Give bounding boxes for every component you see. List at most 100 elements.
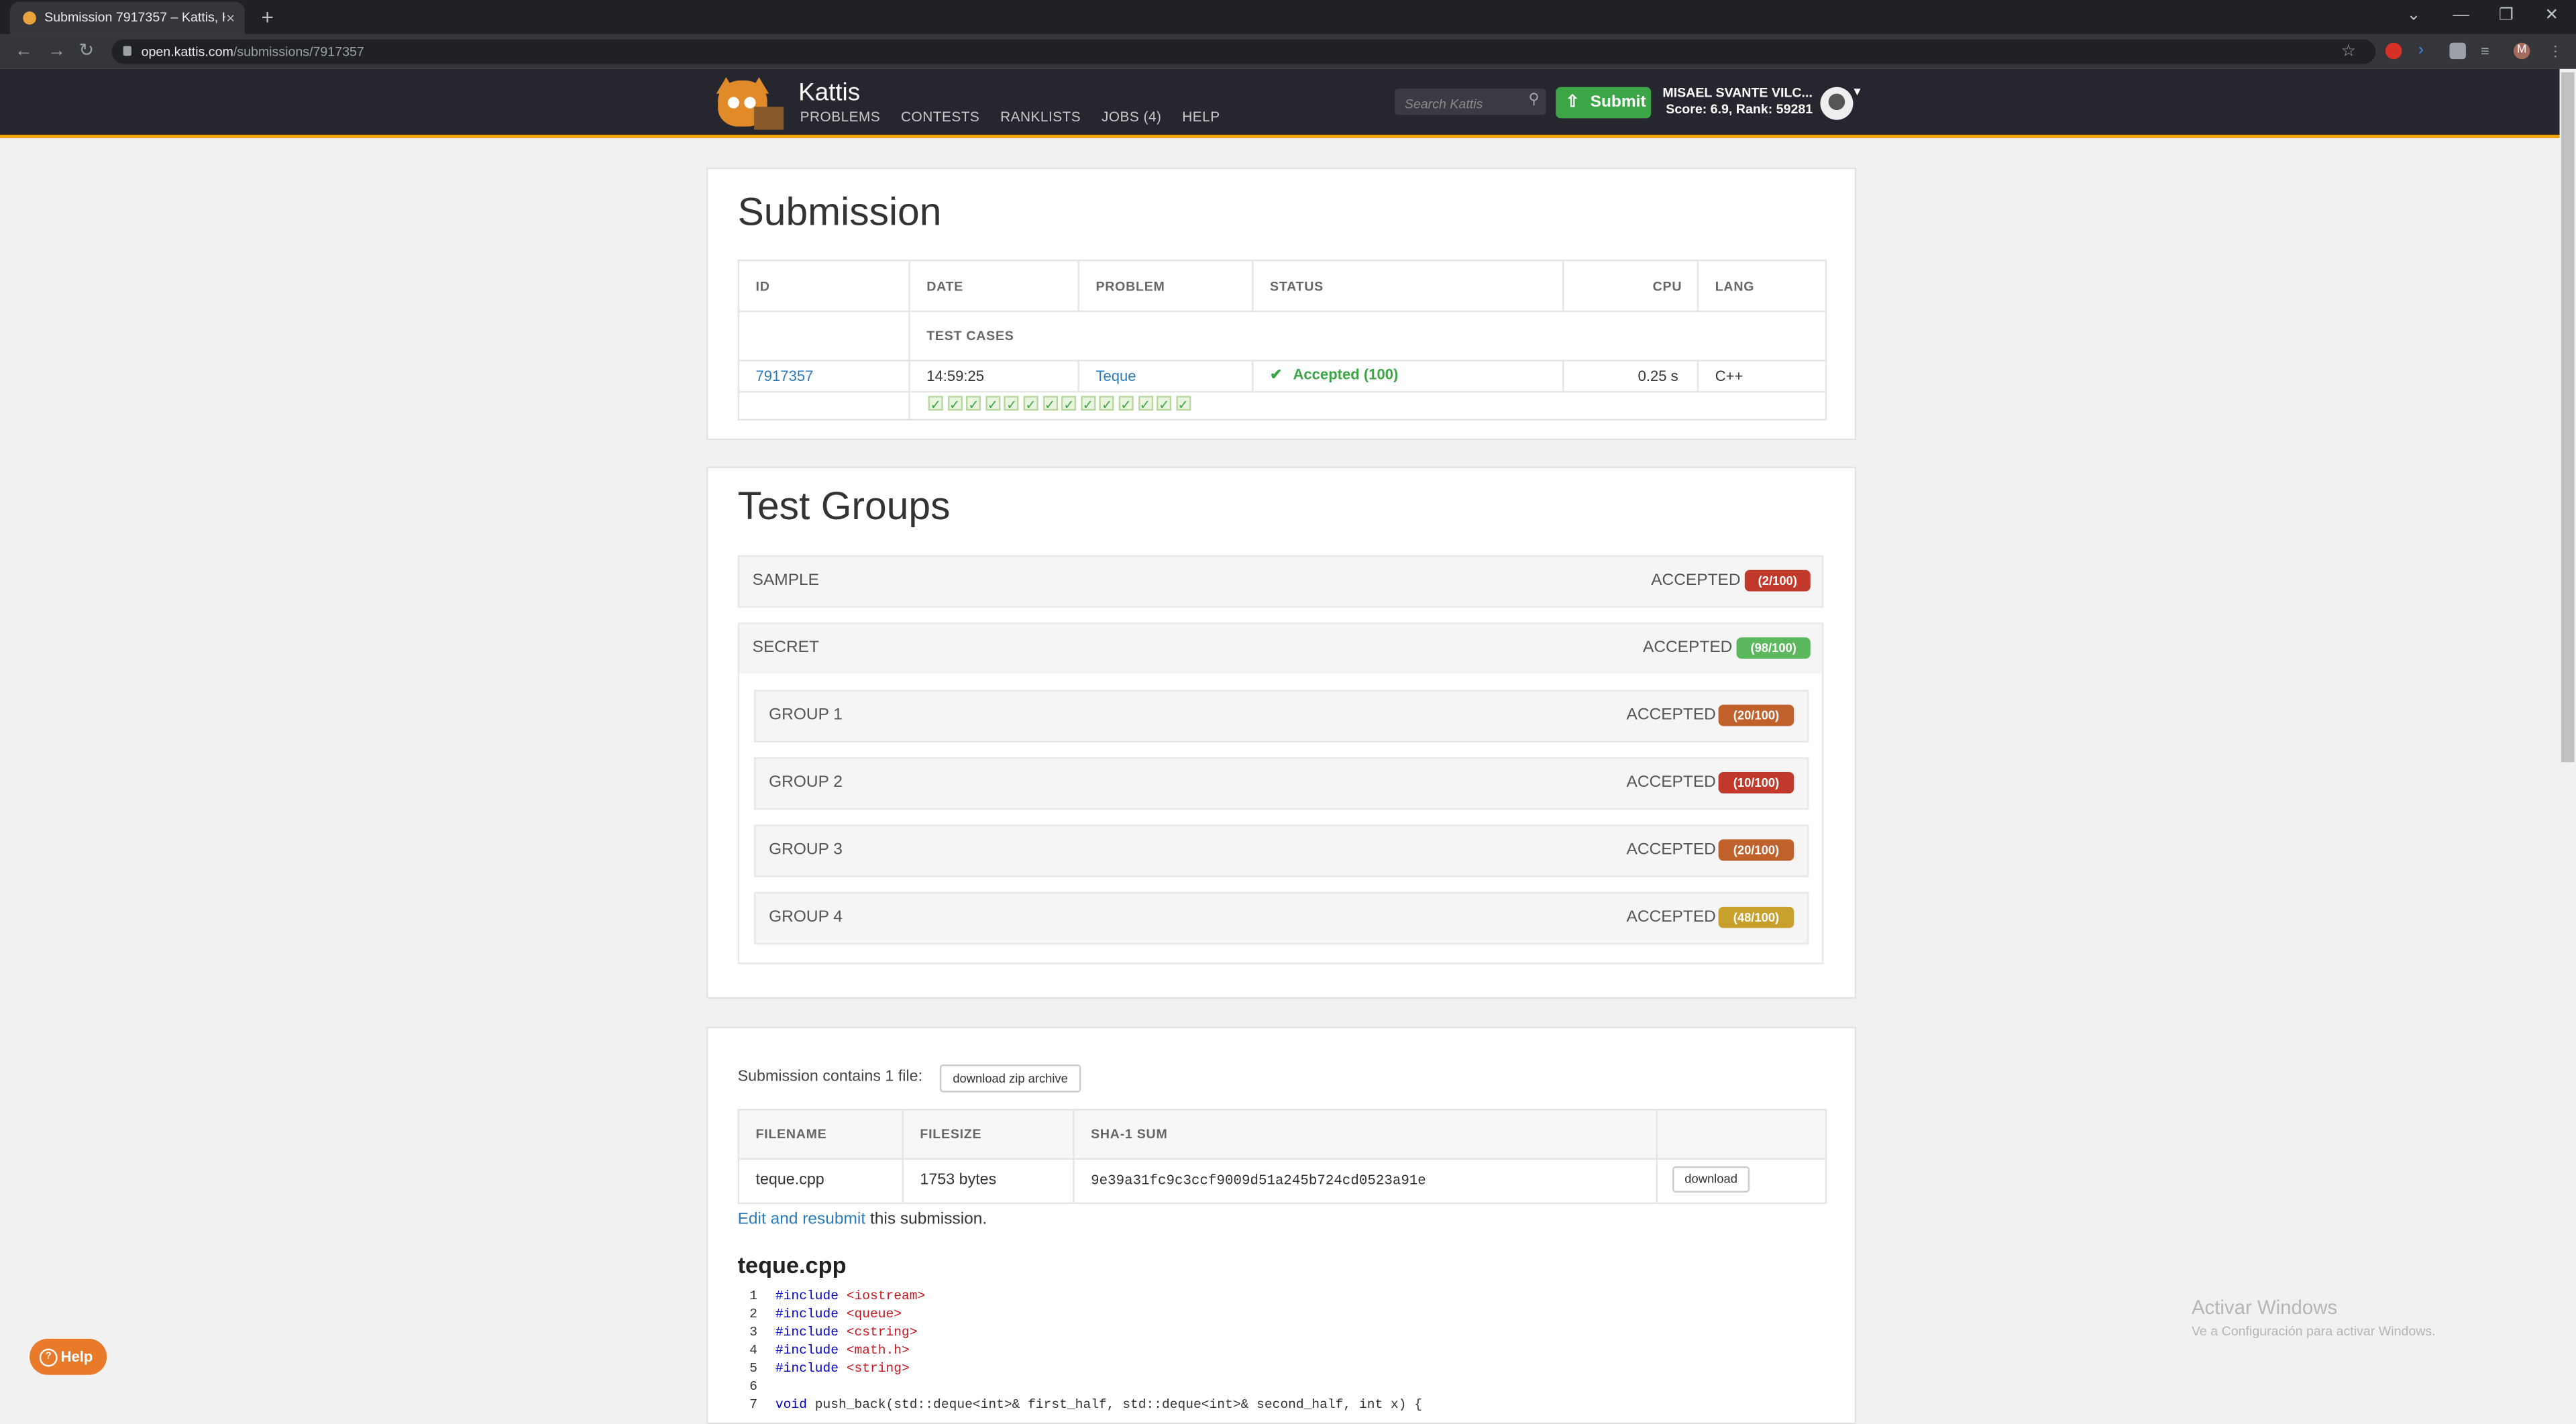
line-number: 2 [749, 1307, 757, 1323]
col-test-cases: TEST CASES [926, 328, 1014, 343]
test-group-4[interactable]: GROUP 4 ACCEPTED (48/100) [754, 891, 1809, 945]
back-icon[interactable]: ← [15, 34, 33, 68]
group-score-badge: (20/100) [1718, 839, 1794, 861]
test-case-passed-icon[interactable]: ✓ [1118, 396, 1134, 413]
group-score-badge: (2/100) [1744, 569, 1811, 592]
download-file-button[interactable]: download [1672, 1166, 1750, 1193]
user-info[interactable]: MISAEL SVANTE VILC... Score: 6.9, Rank: … [1662, 85, 1813, 118]
problem-link[interactable]: Teque [1095, 368, 1136, 384]
user-avatar[interactable] [1820, 87, 1854, 120]
search-icon[interactable]: ⚲ [1529, 91, 1540, 109]
col-id: ID [755, 279, 770, 294]
test-case-passed-icon[interactable]: ✓ [947, 396, 963, 413]
test-case-passed-icon[interactable]: ✓ [1157, 396, 1172, 413]
cpu-time: 0.25 s [1638, 368, 1678, 385]
test-group-2[interactable]: GROUP 2 ACCEPTED (10/100) [754, 757, 1809, 810]
tab-search-icon[interactable]: ⌄ [2407, 0, 2421, 34]
code-keyword: #include [775, 1307, 839, 1323]
group-name: GROUP 3 [769, 840, 843, 859]
user-name: MISAEL SVANTE VILC... [1662, 85, 1813, 101]
test-group-sample[interactable]: SAMPLE ACCEPTED (2/100) [737, 555, 1824, 608]
bookmark-star-icon[interactable]: ☆ [2341, 40, 2356, 64]
extension-red-icon[interactable] [2385, 42, 2402, 60]
browser-tab-title: Submission 7917357 – Kattis, Kattis [44, 9, 225, 25]
test-group-3[interactable]: GROUP 3 ACCEPTED (20/100) [754, 824, 1809, 877]
test-case-passed-icon[interactable]: ✓ [1004, 396, 1020, 413]
line-number: 1 [749, 1289, 757, 1305]
code-line: 7 void push_back(std::deque<int>& first_h… [736, 1396, 1422, 1415]
browser-menu-icon[interactable]: ⋮ [2548, 43, 2564, 59]
test-case-passed-icon[interactable]: ✓ [985, 396, 1000, 413]
main-nav: PROBLEMS CONTESTS RANKLISTS JOBS (4) HEL… [800, 109, 1236, 125]
test-case-passed-icon[interactable]: ✓ [1023, 396, 1038, 413]
group-name: SAMPLE [752, 571, 820, 590]
user-menu-caret-icon[interactable]: ▼ [1851, 87, 1863, 99]
edit-resubmit-rest: this submission. [865, 1210, 987, 1229]
code-keyword: void [775, 1398, 807, 1413]
search-input[interactable] [1401, 92, 1523, 115]
group-name: GROUP 2 [769, 773, 843, 792]
download-zip-button[interactable]: download zip archive [939, 1064, 1081, 1093]
code-keyword: #include [775, 1362, 839, 1377]
group-status: ACCEPTED [1626, 908, 1716, 927]
test-groups-title: Test Groups [737, 484, 951, 529]
kattis-logo[interactable] [708, 77, 788, 133]
help-label: Help [60, 1348, 93, 1366]
status-text: Accepted (100) [1293, 366, 1399, 383]
extensions-puzzle-icon[interactable] [2449, 42, 2466, 60]
test-group-1[interactable]: GROUP 1 ACCEPTED (20/100) [754, 690, 1809, 743]
group-status: ACCEPTED [1626, 773, 1716, 792]
submission-id-link[interactable]: 7917357 [756, 368, 814, 384]
nav-help[interactable]: HELP [1182, 109, 1220, 125]
help-button[interactable]: ? Help [30, 1338, 107, 1375]
checkmark-icon: ✔ [1270, 366, 1283, 383]
file-name: teque.cpp [755, 1171, 824, 1190]
reload-icon[interactable]: ↻ [79, 34, 95, 68]
test-case-passed-icon[interactable]: ✓ [1080, 396, 1095, 413]
test-case-passed-icon[interactable]: ✓ [1099, 396, 1115, 413]
lock-icon [123, 46, 131, 56]
reading-list-icon[interactable]: ≡ [2481, 43, 2497, 59]
nav-ranklists[interactable]: RANKLISTS [1000, 109, 1081, 125]
code-text: <queue> [838, 1307, 902, 1323]
col-sha: SHA-1 SUM [1091, 1127, 1168, 1142]
test-case-passed-icon[interactable]: ✓ [1137, 396, 1153, 413]
test-groups-card: Test Groups SAMPLE ACCEPTED (2/100) SECR… [706, 466, 1857, 999]
language: C++ [1715, 368, 1743, 385]
extension-arrow-icon[interactable]: › [2418, 42, 2434, 59]
edit-resubmit-link[interactable]: Edit and resubmit [738, 1211, 866, 1229]
submission-card: Submission ID DATE PROBLEM STATUS CPU LA… [706, 167, 1857, 441]
files-table: FILENAME FILESIZE SHA-1 SUM teque.cpp 17… [737, 1109, 1827, 1205]
nav-jobs[interactable]: JOBS (4) [1102, 109, 1162, 125]
scrollbar-thumb[interactable] [2561, 72, 2575, 763]
minimize-button[interactable]: — [2453, 0, 2469, 34]
code-text: <cstring> [838, 1325, 918, 1341]
url-host: open.kattis.com [141, 44, 233, 60]
test-case-passed-icon[interactable]: ✓ [1175, 396, 1191, 413]
url-field[interactable]: open.kattis.com/submissions/7917357 ☆ [111, 39, 2376, 64]
line-number: 6 [749, 1380, 757, 1395]
test-case-passed-icon[interactable]: ✓ [966, 396, 981, 413]
nav-problems[interactable]: PROBLEMS [800, 109, 881, 125]
site-brand[interactable]: Kattis [798, 79, 860, 107]
restore-button[interactable]: ❐ [2499, 0, 2514, 34]
close-tab-icon[interactable]: × [226, 1, 235, 34]
new-tab-button[interactable]: + [261, 1, 274, 34]
col-date: DATE [926, 279, 964, 294]
group-score-badge: (48/100) [1718, 906, 1794, 928]
close-window-button[interactable]: ✕ [2544, 0, 2559, 34]
line-number: 5 [749, 1362, 757, 1377]
windows-activation-watermark: Activar Windows Ve a Configuración para … [2192, 1296, 2436, 1339]
test-case-passed-icon[interactable]: ✓ [928, 396, 943, 413]
profile-avatar-icon[interactable]: M [2513, 42, 2530, 60]
nav-contests[interactable]: CONTESTS [901, 109, 979, 125]
test-case-results: ✓ ✓ ✓ ✓ ✓ ✓ ✓ ✓ ✓ ✓ ✓ ✓ ✓ ✓ [928, 396, 1195, 413]
submit-button[interactable]: ⇧ Submit [1556, 87, 1652, 119]
forward-icon[interactable]: → [48, 34, 66, 68]
test-case-passed-icon[interactable]: ✓ [1042, 396, 1058, 413]
browser-tab[interactable]: Submission 7917357 – Kattis, Kattis × [9, 1, 245, 35]
page-scrollbar[interactable] [2559, 68, 2576, 1408]
browser-tab-bar [0, 0, 2576, 35]
test-case-passed-icon[interactable]: ✓ [1061, 396, 1077, 413]
group-status: ACCEPTED [1651, 571, 1741, 590]
